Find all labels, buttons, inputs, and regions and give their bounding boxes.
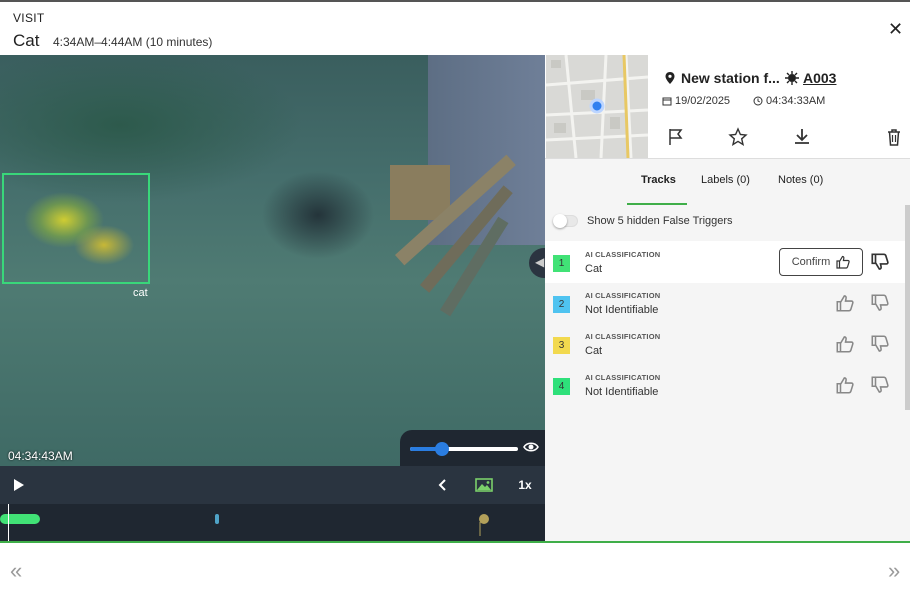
hidden-false-triggers-toggle[interactable]: Show 5 hidden False Triggers <box>553 214 733 228</box>
track-number-badge: 3 <box>553 337 570 354</box>
track-classification-value: Not Identifiable <box>585 386 659 398</box>
collapse-panel-button[interactable]: ◀ <box>529 248 545 278</box>
volume-slider-knob[interactable] <box>435 442 450 456</box>
timeline-track-1[interactable] <box>0 514 40 524</box>
download-icon[interactable] <box>791 126 813 148</box>
play-icon <box>14 479 24 491</box>
device-link[interactable]: A003 <box>785 70 836 86</box>
track-classification-value: Not Identifiable <box>585 304 659 316</box>
tab-notes[interactable]: Notes (0) <box>778 174 823 186</box>
timeline-markers <box>0 514 489 536</box>
track-classification-value: Cat <box>585 345 603 357</box>
close-icon[interactable]: ✕ <box>888 19 903 40</box>
detection-label: cat <box>133 287 148 299</box>
flag-icon[interactable] <box>665 126 687 148</box>
visit-time-text: 04:34:33AM <box>766 95 826 107</box>
eye-icon[interactable] <box>523 439 539 455</box>
thumbs-down-icon[interactable] <box>871 335 889 353</box>
thumbs-down-icon[interactable] <box>871 376 889 394</box>
tracks-list: Show 5 hidden False Triggers 1 AI CLASSI… <box>545 205 910 541</box>
track-number-badge: 2 <box>553 296 570 313</box>
map-tiles <box>546 55 648 158</box>
track-number-badge: 1 <box>553 255 570 272</box>
track-number-badge: 4 <box>553 378 570 395</box>
track-classification-value: Cat <box>585 263 603 275</box>
toggle-switch[interactable] <box>553 214 578 228</box>
track-classification-heading: AI CLASSIFICATION <box>585 250 661 259</box>
track-row[interactable]: 4 AI CLASSIFICATION Not Identifiable <box>545 364 905 406</box>
playback-speed-button[interactable]: 1x <box>512 466 538 504</box>
track-classification-heading: AI CLASSIFICATION <box>585 332 661 341</box>
timeline-playhead[interactable] <box>8 504 9 543</box>
track-timeline[interactable] <box>0 504 545 543</box>
volume-slider[interactable] <box>410 442 518 456</box>
thumbs-down-icon[interactable] <box>871 253 889 271</box>
modal-bottom-accent <box>0 541 910 543</box>
location-pin-icon <box>665 72 675 84</box>
volume-panel <box>400 430 545 466</box>
detection-box[interactable] <box>2 173 150 284</box>
thumbs-up-icon[interactable] <box>836 294 854 312</box>
tab-tracks[interactable]: Tracks <box>641 174 676 186</box>
visit-title: Cat <box>13 31 40 50</box>
track-classification-heading: AI CLASSIFICATION <box>585 291 661 300</box>
station-name[interactable]: New station f... <box>663 70 780 86</box>
video-timestamp: 04:34:43AM <box>8 449 73 463</box>
device-icon <box>785 71 799 85</box>
track-row[interactable]: 3 AI CLASSIFICATION Cat <box>545 323 905 365</box>
calendar-icon <box>662 97 672 106</box>
trash-icon[interactable] <box>883 126 905 148</box>
thumbs-down-icon[interactable] <box>871 294 889 312</box>
track-row[interactable]: 2 AI CLASSIFICATION Not Identifiable <box>545 282 905 324</box>
chevron-left-icon <box>438 479 446 491</box>
visit-eyebrow: VISIT <box>13 11 45 25</box>
visit-time: 04:34:33AM <box>753 95 825 107</box>
details-tabs: Tracks Labels (0) Notes (0) <box>545 159 910 205</box>
clock-icon <box>753 96 763 106</box>
star-icon[interactable] <box>727 126 749 148</box>
tab-labels[interactable]: Labels (0) <box>701 174 750 186</box>
tracks-overlay-toggle[interactable] <box>472 466 496 504</box>
thumbs-up-icon[interactable] <box>836 376 854 394</box>
previous-frame-button[interactable] <box>432 466 454 504</box>
previous-visit-icon[interactable]: « <box>10 558 22 584</box>
visit-time-range: 4:34AM–4:44AM (10 minutes) <box>53 35 213 49</box>
player-controls: 1x <box>0 466 545 504</box>
tracks-scrollbar[interactable] <box>905 205 910 410</box>
track-classification-heading: AI CLASSIFICATION <box>585 373 661 382</box>
visit-details-panel: New station f... A003 19/02/2025 04:34:3… <box>545 55 910 541</box>
timeline-track-2[interactable] <box>215 514 219 524</box>
station-name-text: New station f... <box>681 70 780 86</box>
confirm-button[interactable]: Confirm <box>779 248 863 276</box>
visit-date-text: 19/02/2025 <box>675 95 731 107</box>
thumbs-up-icon[interactable] <box>836 335 854 353</box>
device-name: A003 <box>803 70 837 86</box>
visit-date: 19/02/2025 <box>662 95 730 107</box>
station-map[interactable] <box>546 55 648 158</box>
confirm-label: Confirm <box>791 256 831 268</box>
track-row[interactable]: 1 AI CLASSIFICATION Cat Confirm <box>545 241 905 283</box>
thumbs-up-icon <box>836 255 850 269</box>
play-button[interactable] <box>8 466 30 504</box>
next-visit-icon[interactable]: » <box>888 558 900 584</box>
video-player[interactable]: cat 04:34:43AM ◀ <box>0 55 545 466</box>
toggle-label: Show 5 hidden False Triggers <box>587 215 733 227</box>
image-icon <box>475 478 493 492</box>
